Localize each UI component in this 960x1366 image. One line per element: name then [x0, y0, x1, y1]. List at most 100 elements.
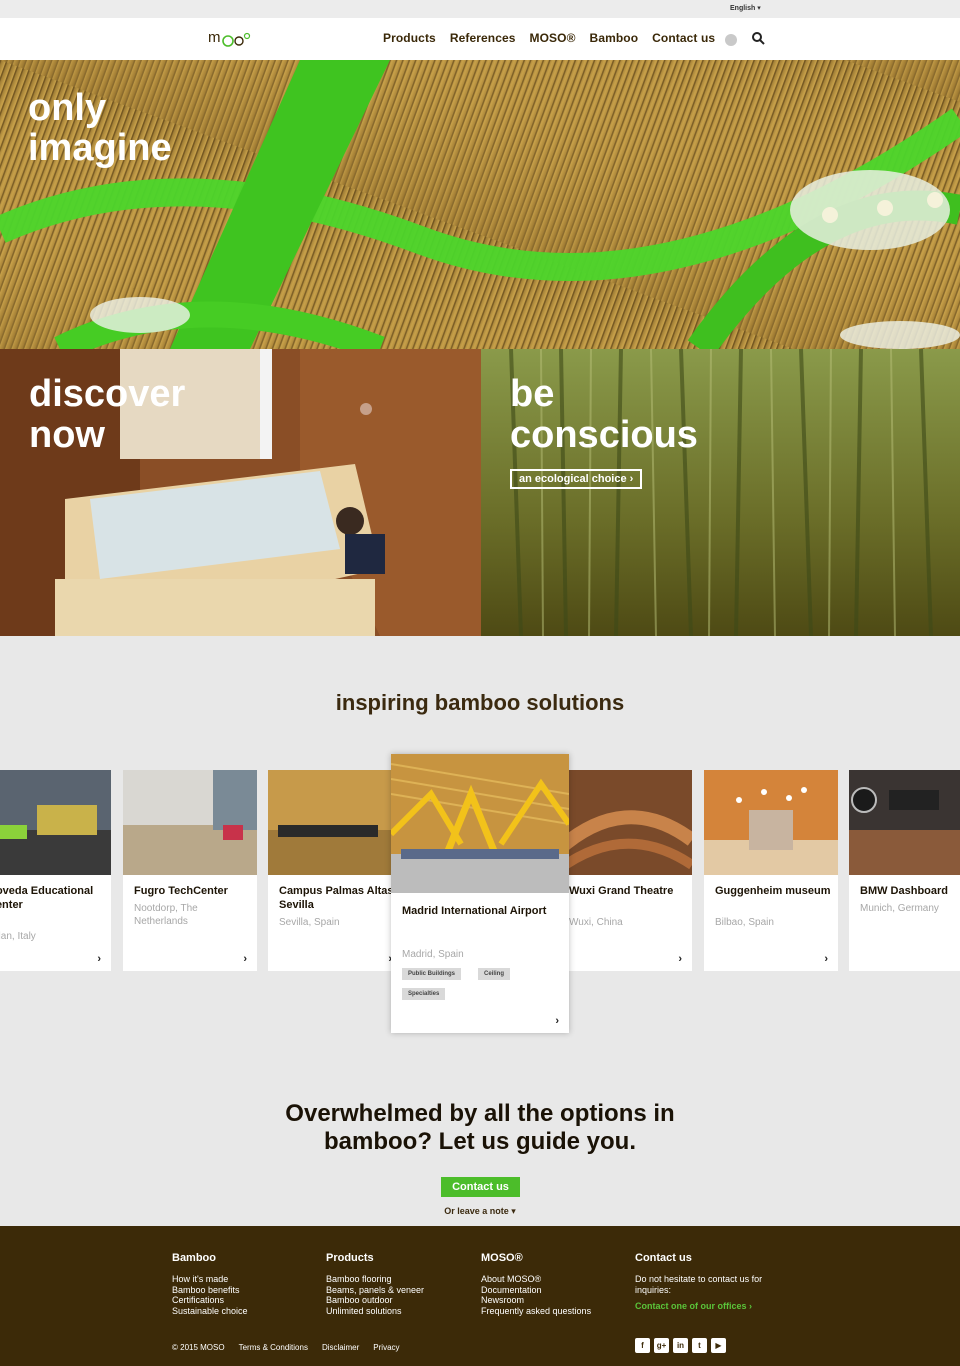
nav-moso[interactable]: MOSO® [530, 31, 576, 45]
card-arrow[interactable]: › [678, 953, 682, 965]
conscious-headline: be conscious [510, 374, 698, 456]
reference-card[interactable]: BMW Dashboard Munich, Germany [849, 770, 960, 971]
card-location: Nootdorp, The Netherlands [134, 903, 198, 927]
footer-bottom: © 2015 MOSO Terms & Conditions Disclaime… [172, 1343, 400, 1352]
footer-heading: Products [326, 1252, 374, 1264]
svg-text:m: m [208, 29, 221, 46]
card-arrow[interactable]: › [243, 953, 247, 965]
language-selector[interactable]: English ▾ [730, 4, 761, 12]
cta-headline: Overwhelmed by all the options in bamboo… [0, 1100, 960, 1156]
featured-arrow[interactable]: › [555, 1015, 559, 1027]
card-image [849, 770, 960, 875]
footer-link[interactable]: Beams, panels & veneer [326, 1285, 476, 1296]
footer-link[interactable]: About MOSO® [481, 1274, 631, 1285]
footer-link[interactable]: How it's made [172, 1274, 322, 1285]
featured-reference-card[interactable]: Madrid International Airport Madrid, Spa… [391, 754, 569, 1033]
nav-products[interactable]: Products [383, 31, 436, 45]
reference-card[interactable]: Fugro TechCenter Nootdorp, The Netherlan… [123, 770, 257, 971]
youtube-icon[interactable]: ▶ [711, 1338, 726, 1353]
discover-line-2: now [29, 414, 105, 456]
reference-card[interactable]: Wuxi Grand Theatre Wuxi, China › [558, 770, 692, 971]
privacy-link[interactable]: Privacy [373, 1343, 399, 1352]
tag-specialties[interactable]: Specialties [402, 988, 446, 1000]
nav-contact[interactable]: Contact us [652, 31, 715, 45]
footer-link[interactable]: Frequently asked questions [481, 1306, 631, 1317]
main-nav: Products References MOSO® Bamboo Contact… [383, 31, 715, 45]
nav-references[interactable]: References [450, 31, 516, 45]
card-image [268, 770, 402, 875]
footer-column-contact: Contact us Do not hesitate to contact us… [635, 1252, 785, 1312]
card-location: Wuxi, China [569, 917, 623, 928]
card-location: Milan, Italy [0, 931, 36, 942]
card-image [0, 770, 111, 875]
footer-column-bamboo: Bamboo How it's made Bamboo benefits Cer… [172, 1252, 322, 1316]
site-header: m Products References MOSO® Bamboo Conta… [0, 18, 960, 60]
card-name: BMW Dashboard [860, 885, 948, 897]
featured-card-image [391, 754, 569, 893]
reference-card[interactable]: Campus Palmas Altas Sevilla Sevilla, Spa… [268, 770, 402, 971]
card-arrow[interactable]: › [97, 953, 101, 965]
footer-link[interactable]: Unlimited solutions [326, 1306, 476, 1317]
footer-link[interactable]: Bamboo outdoor [326, 1295, 476, 1306]
footer-column-products: Products Bamboo flooring Beams, panels &… [326, 1252, 476, 1316]
card-location: Sevilla, Spain [279, 917, 340, 928]
footer-link[interactable]: Documentation [481, 1285, 631, 1296]
globe-icon[interactable] [725, 34, 737, 46]
featured-location: Madrid, Spain [402, 949, 464, 960]
card-name: Guggenheim museum [715, 885, 831, 897]
card-image [704, 770, 838, 875]
footer-link[interactable]: Newsroom [481, 1295, 631, 1306]
language-bar: English ▾ [0, 0, 960, 18]
card-name: Roveda Educational Center [0, 885, 94, 911]
cta-line-2: bamboo? Let us guide you. [324, 1128, 636, 1155]
leave-note-link[interactable]: Or leave a note ▾ [0, 1206, 960, 1217]
social-links: f g+ in t ▶ [635, 1338, 726, 1353]
footer-heading: Bamboo [172, 1252, 216, 1264]
card-name: Campus Palmas Altas Sevilla [279, 885, 394, 911]
footer-link[interactable]: Certifications [172, 1295, 322, 1306]
card-location: Bilbao, Spain [715, 917, 774, 928]
footer-heading: MOSO® [481, 1252, 523, 1264]
footer-link[interactable]: Bamboo flooring [326, 1274, 476, 1285]
conscious-line-2: conscious [510, 414, 698, 456]
conscious-line-1: be [510, 373, 555, 415]
search-icon[interactable] [751, 31, 765, 45]
card-location: Munich, Germany [860, 903, 939, 914]
nav-bamboo[interactable]: Bamboo [590, 31, 639, 45]
conscious-panel[interactable]: be conscious an ecological choice › [481, 349, 960, 636]
hero-headline: only imagine [28, 88, 172, 168]
ecological-choice-button[interactable]: an ecological choice › [510, 469, 643, 489]
tag-ceiling[interactable]: Ceiling [478, 968, 511, 980]
footer-column-moso: MOSO® About MOSO® Documentation Newsroom… [481, 1252, 631, 1316]
contact-offices-link[interactable]: Contact one of our offices › [635, 1301, 785, 1312]
featured-name: Madrid International Airport [402, 905, 547, 917]
footer-heading: Contact us [635, 1252, 692, 1264]
linkedin-icon[interactable]: in [673, 1338, 688, 1353]
card-name: Wuxi Grand Theatre [569, 885, 674, 897]
hero-banner[interactable]: only imagine [0, 60, 960, 349]
moso-logo[interactable]: m [208, 28, 252, 48]
contact-us-button[interactable]: Contact us [441, 1177, 520, 1197]
copyright: © 2015 MOSO [172, 1343, 225, 1352]
cta-line-1: Overwhelmed by all the options in [285, 1100, 675, 1127]
site-footer: Bamboo How it's made Bamboo benefits Cer… [0, 1226, 960, 1366]
disclaimer-link[interactable]: Disclaimer [322, 1343, 359, 1352]
tag-public-buildings[interactable]: Public Buildings [402, 968, 462, 980]
card-image [558, 770, 692, 875]
card-arrow[interactable]: › [824, 953, 828, 965]
footer-link[interactable]: Bamboo benefits [172, 1285, 322, 1296]
discover-line-1: discover [29, 373, 186, 415]
footer-link[interactable]: Sustainable choice [172, 1306, 322, 1317]
facebook-icon[interactable]: f [635, 1338, 650, 1353]
discover-headline: discover now [29, 374, 185, 456]
terms-link[interactable]: Terms & Conditions [239, 1343, 308, 1352]
discover-panel[interactable]: discover now [0, 349, 481, 636]
footer-contact-text: Do not hesitate to contact us for inquir… [635, 1274, 763, 1295]
card-name: Fugro TechCenter [134, 885, 228, 897]
google-plus-icon[interactable]: g+ [654, 1338, 669, 1353]
hero-line-1: only [28, 87, 107, 129]
inspiring-title: inspiring bamboo solutions [335, 690, 625, 715]
reference-card[interactable]: Roveda Educational Center Milan, Italy › [0, 770, 111, 971]
reference-card[interactable]: Guggenheim museum Bilbao, Spain › [704, 770, 838, 971]
twitter-icon[interactable]: t [692, 1338, 707, 1353]
